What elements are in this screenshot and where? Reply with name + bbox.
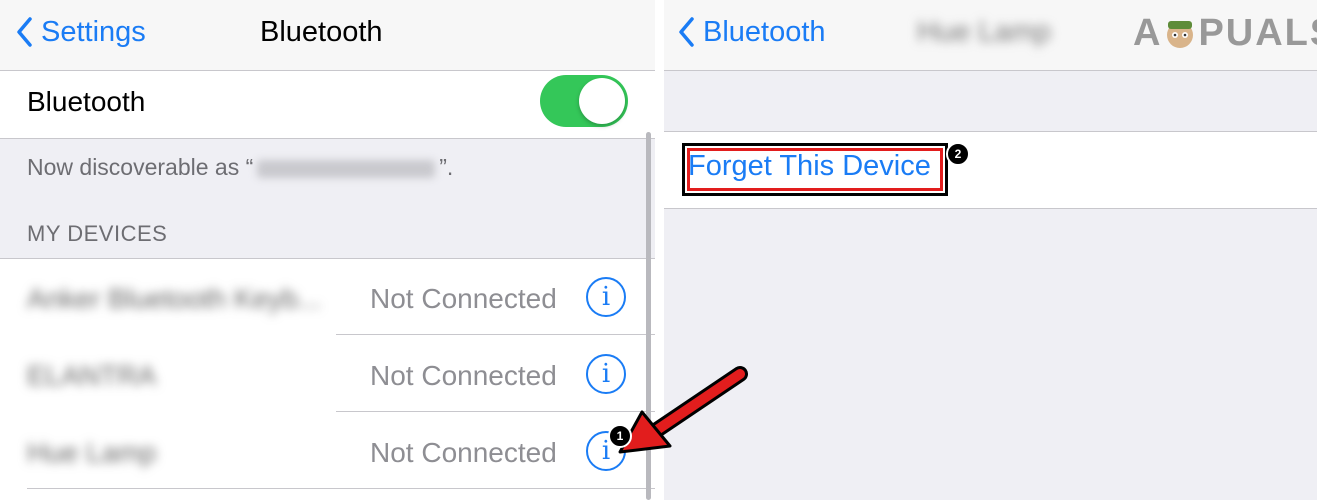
discoverable-text: Now discoverable as “ ”. — [27, 154, 453, 181]
page-title: Hue Lamp — [917, 16, 1051, 48]
divider — [27, 488, 655, 489]
device-status: Not Connected — [370, 360, 557, 391]
info-icon[interactable]: i — [586, 277, 626, 317]
chevron-left-icon — [17, 17, 32, 47]
appuals-mascot-icon — [1167, 20, 1194, 48]
appuals-watermark: A PUALS — [1133, 12, 1317, 55]
watermark-text-left: A — [1133, 12, 1163, 54]
discoverable-suffix: ”. — [439, 154, 454, 180]
discoverable-prefix: Now discoverable as “ — [27, 154, 254, 180]
section-header-my-devices: MY DEVICES — [27, 221, 168, 246]
divider — [0, 138, 655, 139]
nav-bar: Settings Bluetooth — [0, 0, 655, 71]
step-badge-1: 1 — [608, 424, 632, 448]
device-name: ELANTRA — [27, 360, 157, 391]
back-button-bluetooth[interactable]: Bluetooth — [678, 14, 826, 50]
device-detail-pane: Bluetooth Hue Lamp — [664, 0, 1317, 500]
devices-list: Anker Bluetooth Keyb... Not Connected i … — [0, 259, 655, 500]
device-name: Anker Bluetooth Keyb... — [27, 283, 322, 314]
watermark-text-right: PUALS — [1198, 12, 1317, 54]
chevron-left-icon — [679, 17, 694, 47]
back-label: Bluetooth — [703, 15, 826, 48]
bluetooth-settings-pane: Settings Bluetooth Bluetooth Now discove… — [0, 0, 655, 500]
page-title: Bluetooth — [260, 16, 383, 48]
forget-device-button[interactable]: Forget This Device — [688, 150, 931, 183]
device-name-redacted — [257, 159, 436, 178]
device-name: Hue Lamp — [27, 437, 157, 468]
divider — [336, 334, 655, 335]
bluetooth-label: Bluetooth — [27, 86, 146, 117]
device-status: Not Connected — [370, 437, 557, 468]
back-label: Settings — [41, 15, 146, 48]
device-status: Not Connected — [370, 283, 557, 314]
bluetooth-toggle[interactable] — [540, 75, 628, 127]
toggle-knob — [579, 78, 625, 124]
step-badge-2: 2 — [946, 142, 970, 166]
back-button-settings[interactable]: Settings — [16, 14, 146, 50]
